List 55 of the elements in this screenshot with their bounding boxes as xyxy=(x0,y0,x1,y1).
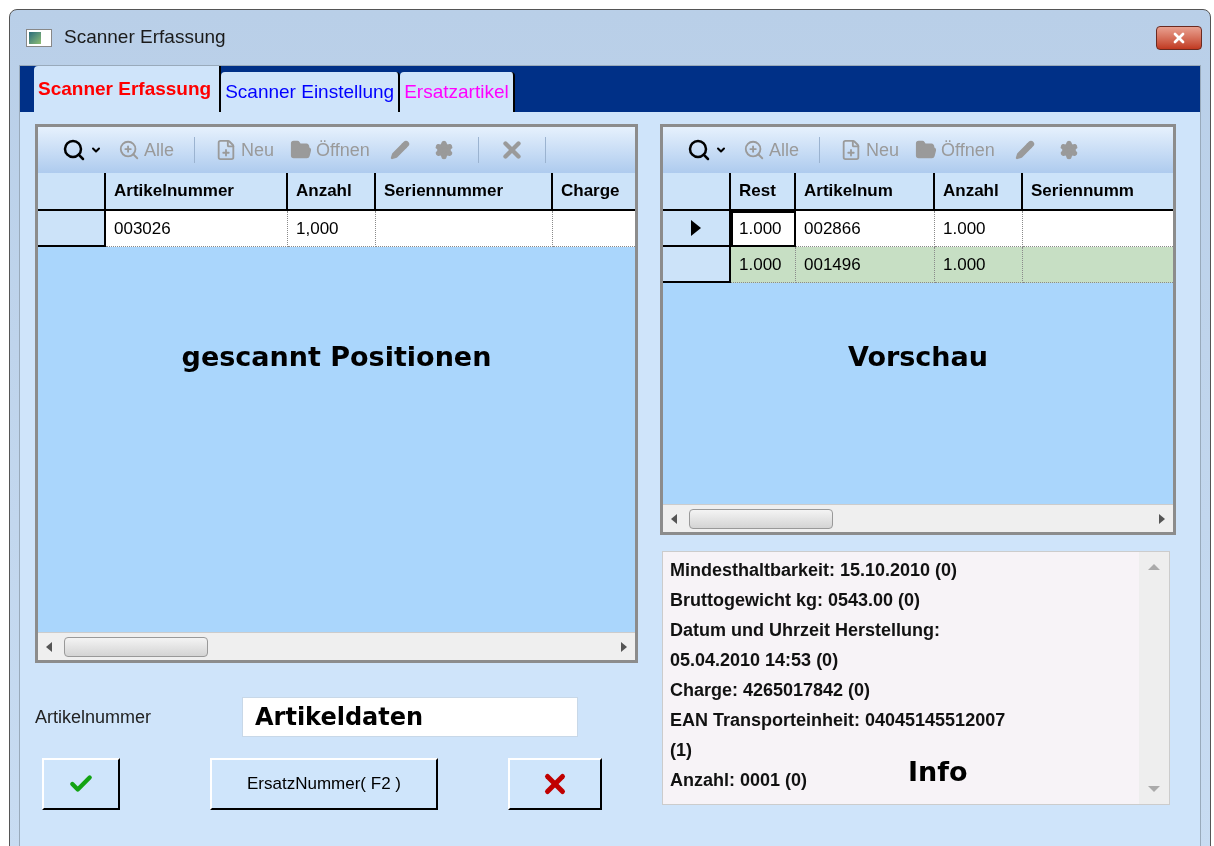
scrollbar-thumb[interactable] xyxy=(64,636,208,657)
scroll-right-icon[interactable] xyxy=(1159,513,1165,524)
cancel-button[interactable] xyxy=(508,758,602,810)
column-header[interactable]: Rest xyxy=(731,173,796,209)
info-line: Bruttogewicht kg: 0543.00 (0) xyxy=(670,589,921,612)
horizontal-scrollbar[interactable] xyxy=(663,504,1173,532)
column-header[interactable]: Artikelnum xyxy=(796,173,935,209)
table-cell: 1.000 xyxy=(731,247,796,283)
scroll-right-icon[interactable] xyxy=(621,641,627,652)
column-header[interactable]: Charge xyxy=(553,173,635,209)
row-header[interactable] xyxy=(663,247,731,283)
replacement-number-button[interactable]: ErsatzNummer( F2 ) xyxy=(210,758,438,810)
annotation-label: gescannt Positionen xyxy=(180,340,493,374)
table-cell: 003026 xyxy=(106,211,288,247)
scroll-left-icon[interactable] xyxy=(671,513,677,524)
table-cell: 002866 xyxy=(796,211,935,247)
scrollbar-thumb[interactable] xyxy=(689,508,833,529)
table-cell: 1.000 xyxy=(935,247,1023,283)
row-header[interactable] xyxy=(663,211,731,247)
table-cell: 1,000 xyxy=(288,211,376,247)
folder-icon xyxy=(290,139,313,161)
column-header[interactable]: Anzahl xyxy=(935,173,1023,209)
field-label: Artikelnummer xyxy=(35,705,153,729)
close-button[interactable] xyxy=(1156,25,1202,50)
info-line: Datum und Uhrzeit Herstellung: xyxy=(670,619,940,642)
info-line: 05.04.2010 14:53 (0) xyxy=(670,649,839,672)
annotation-label: Vorschau xyxy=(847,340,989,374)
annotation-label: Info xyxy=(908,755,968,789)
table-cell: 1.000 xyxy=(935,211,1023,247)
info-line: EAN Transporteinheit: 04045145512007 xyxy=(670,709,1006,732)
info-line: Charge: 4265017842 (0) xyxy=(670,679,871,702)
column-header[interactable]: Seriennummer xyxy=(376,173,553,209)
confirm-button[interactable] xyxy=(42,758,120,810)
info-line: Anzahl: 0001 (0) xyxy=(670,769,808,792)
folder-icon xyxy=(915,139,938,161)
app-icon xyxy=(26,28,52,47)
info-line: (1) xyxy=(670,739,692,762)
window-title: Scanner Erfassung xyxy=(64,25,226,50)
new-document-icon xyxy=(215,139,237,161)
search-icon xyxy=(687,138,711,162)
column-header[interactable]: Seriennumm xyxy=(1023,173,1173,209)
zoom-in-icon xyxy=(743,139,765,161)
info-line: Mindesthaltbarkeit: 15.10.2010 (0) xyxy=(670,559,958,582)
search-icon xyxy=(62,138,86,162)
article-number-field[interactable]: Artikeldaten xyxy=(242,697,578,737)
row-header[interactable] xyxy=(38,211,106,247)
column-header[interactable]: Artikelnummer xyxy=(106,173,288,209)
horizontal-scrollbar[interactable] xyxy=(38,632,635,660)
table-cell: 1.000 xyxy=(731,211,796,247)
column-header[interactable]: Anzahl xyxy=(288,173,376,209)
table-cell: 001496 xyxy=(796,247,935,283)
zoom-in-icon xyxy=(118,139,140,161)
scroll-left-icon[interactable] xyxy=(46,641,52,652)
tab[interactable]: Scanner Einstellung xyxy=(221,72,401,112)
new-document-icon xyxy=(840,139,862,161)
